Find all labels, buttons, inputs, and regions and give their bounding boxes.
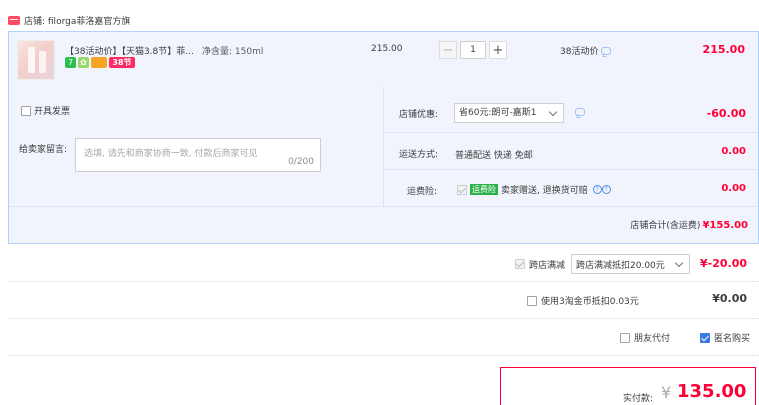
shipping-label: 运送方式:: [399, 150, 439, 160]
shop-header: 店铺: filorga菲洛嘉官方旗: [8, 12, 130, 28]
unit-price: 215.00: [371, 44, 403, 54]
chevron-down-icon: [548, 107, 558, 116]
shop-total-label: 店铺合计(含运费): [630, 221, 701, 231]
promo-info-icon[interactable]: [601, 46, 612, 55]
chevron-down-icon: [674, 258, 684, 267]
anonymous-label: 匿名购买: [714, 334, 751, 344]
cross-store-checkbox: [515, 259, 525, 269]
quantity-input[interactable]: 1: [460, 41, 486, 59]
shop-discount-amount: -60.00: [706, 107, 746, 120]
card-icon: [91, 57, 107, 68]
help-icon[interactable]: ?: [601, 185, 611, 194]
insurance-text: 卖家赠送, 退换货可赔: [501, 186, 588, 196]
message-label: 给卖家留言:: [19, 145, 68, 155]
coin-option[interactable]: 使用3淘金币抵扣0.03元: [527, 294, 639, 307]
shop-name[interactable]: 店铺: filorga菲洛嘉官方旗: [24, 14, 130, 27]
promo-label: 38活动价: [560, 47, 599, 57]
help-icon[interactable]: ?: [592, 185, 602, 194]
festival-38-badge: 38节: [109, 57, 135, 68]
invoice-checkbox[interactable]: [21, 105, 31, 116]
message-char-count: 0/200: [288, 157, 314, 167]
insurance-label: 运费险:: [407, 187, 438, 197]
product-thumbnail[interactable]: [17, 40, 55, 80]
friend-pay-label: 朋友代付: [634, 334, 671, 344]
coin-label: 使用3淘金币抵扣0.03元: [541, 297, 639, 307]
anonymous-checkbox[interactable]: [700, 332, 710, 343]
quality-icon: ✿: [78, 57, 89, 68]
insurance-amount: 0.00: [721, 183, 746, 194]
shop-total-amount: ¥155.00: [702, 220, 748, 231]
shipping-value: 普通配送 快递 免邮: [455, 151, 533, 161]
shop-discount-value: 省60元:朗可-嘉斯1: [459, 108, 537, 118]
insurance-help[interactable]: ? ?: [592, 185, 611, 194]
friend-pay-option[interactable]: 朋友代付: [620, 331, 670, 344]
seven-day-return-icon: 7: [65, 57, 76, 68]
pay-options-row: 朋友代付 匿名购买: [8, 319, 759, 356]
payment-label: 实付款:: [623, 394, 654, 404]
seller-message-textarea[interactable]: 选填, 请先和商家协商一致, 付款后商家可见 0/200: [75, 138, 321, 172]
coin-checkbox[interactable]: [527, 295, 537, 306]
payment-currency: ¥: [661, 383, 672, 402]
coin-amount: ¥0.00: [712, 292, 747, 305]
item-promo: 38活动价: [560, 44, 612, 57]
shop-discount-label: 店铺优惠:: [399, 110, 439, 120]
item-subtotal: 215.00: [702, 43, 745, 56]
cross-store-row: 跨店满减 跨店满减抵扣20.00元 ¥-20.00: [8, 244, 759, 282]
insurance-tag: 运费险: [470, 184, 498, 195]
cross-store-value: 跨店满减抵扣20.00元: [576, 260, 665, 271]
friend-pay-checkbox[interactable]: [620, 332, 630, 343]
cross-store-discount: 跨店满减 跨店满减抵扣20.00元: [515, 254, 691, 274]
product-spec: 净含量: 150ml: [202, 47, 264, 57]
cross-store-amount: ¥-20.00: [699, 257, 747, 270]
quantity-stepper: − 1 +: [439, 41, 507, 59]
increase-quantity-button[interactable]: +: [489, 41, 507, 59]
decrease-quantity-button[interactable]: −: [439, 41, 457, 59]
coin-row: 使用3淘金币抵扣0.03元 ¥0.00: [8, 282, 759, 319]
insurance-option: 运费险 卖家赠送, 退换货可赔 ? ?: [457, 183, 611, 196]
anonymous-purchase-option[interactable]: 匿名购买: [700, 331, 750, 344]
message-placeholder: 选填, 请先和商家协商一致, 付款后商家可见: [84, 149, 258, 159]
cross-store-select[interactable]: 跨店满减抵扣20.00元: [571, 254, 691, 274]
divider: [9, 206, 758, 207]
payment-amount: 135.00: [677, 381, 747, 402]
product-title[interactable]: 【38活动价】【天猫3.8节】菲...: [65, 44, 199, 57]
divider: [383, 87, 384, 206]
order-item-row: 【38活动价】【天猫3.8节】菲... 净含量: 150ml 7 ✿ 38节 2…: [8, 31, 759, 87]
divider: [383, 169, 758, 170]
shop-total: 店铺合计(含运费) ¥155.00: [630, 218, 748, 231]
order-options-panel: 开具发票 给卖家留言: 选填, 请先和商家协商一致, 付款后商家可见 0/200…: [8, 87, 759, 244]
shipping-amount: 0.00: [721, 146, 746, 157]
product-badges: 7 ✿ 38节: [65, 57, 135, 68]
payment-summary: 实付款: ¥ 135.00: [500, 367, 756, 405]
invoice-option[interactable]: 开具发票: [21, 104, 70, 117]
discount-info-icon[interactable]: [575, 108, 585, 116]
cross-store-label: 跨店满减: [529, 260, 566, 271]
shop-discount-select[interactable]: 省60元:朗可-嘉斯1: [454, 103, 564, 123]
insurance-checkbox: [457, 184, 467, 195]
divider: [383, 132, 758, 133]
shop-icon: [8, 15, 20, 25]
invoice-label: 开具发票: [34, 107, 71, 117]
